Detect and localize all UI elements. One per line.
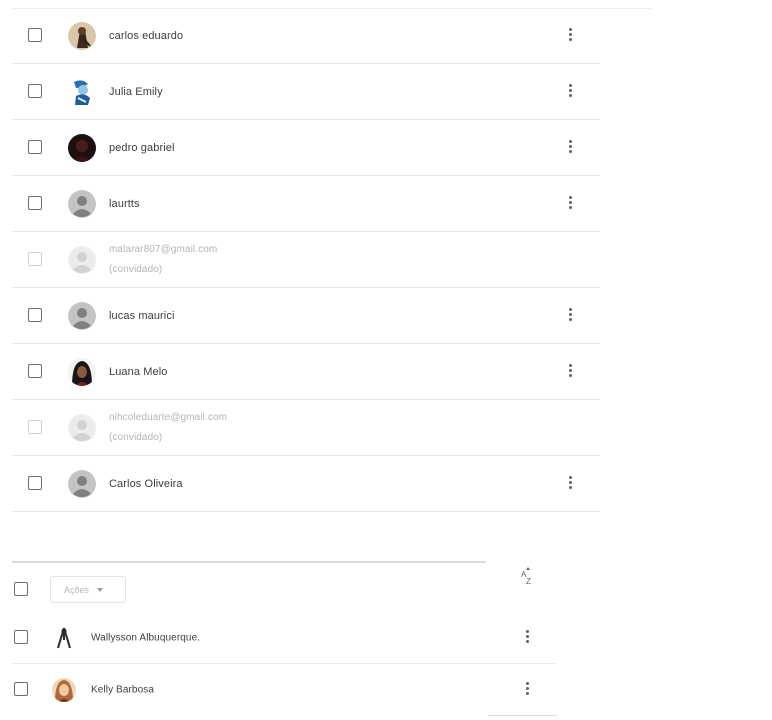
member-name: Wallysson Albuquerque. <box>91 632 201 644</box>
avatar <box>68 357 96 386</box>
default-avatar-icon <box>68 189 96 218</box>
svg-text:Z: Z <box>526 577 531 586</box>
row-divider <box>488 715 557 716</box>
select-checkbox[interactable] <box>14 682 28 696</box>
member-row: pedro gabriel <box>12 120 600 176</box>
avatar <box>68 77 96 106</box>
member-name: Carlos Oliveira <box>109 477 183 490</box>
member-row: Carlos Oliveira <box>12 456 600 512</box>
sort-az-icon[interactable]: A Z <box>518 566 538 586</box>
member-row: carlos eduardo <box>12 8 600 64</box>
member-row: Luana Melo <box>12 344 600 400</box>
avatar <box>68 21 96 50</box>
default-avatar-icon <box>68 469 96 498</box>
avatar <box>68 133 96 162</box>
member-name: Luana Melo <box>109 365 168 378</box>
more-options-icon[interactable] <box>566 307 574 324</box>
select-checkbox[interactable] <box>28 419 42 434</box>
more-options-icon[interactable] <box>566 475 574 492</box>
default-avatar-icon <box>68 301 96 330</box>
section-divider <box>12 561 486 563</box>
actions-label: Ações <box>64 584 90 595</box>
member-list-secondary: Wallysson Albuquerque. Kelly Barbosa <box>12 612 557 716</box>
select-checkbox[interactable] <box>28 83 42 98</box>
member-row: Kelly Barbosa <box>12 664 557 716</box>
more-options-icon[interactable] <box>566 363 574 380</box>
guest-label: (convidado) <box>109 431 163 443</box>
member-name: lucas maurici <box>109 309 175 322</box>
select-checkbox[interactable] <box>14 630 28 644</box>
select-checkbox[interactable] <box>28 27 42 42</box>
member-name: carlos eduardo <box>109 29 184 42</box>
member-row: Wallysson Albuquerque. <box>12 612 557 664</box>
more-options-icon[interactable] <box>566 27 574 44</box>
select-checkbox[interactable] <box>28 195 42 210</box>
default-avatar-icon <box>68 413 96 442</box>
chevron-down-icon <box>97 587 104 592</box>
select-checkbox[interactable] <box>28 307 42 322</box>
member-row: Julia Emily <box>12 64 600 120</box>
more-options-icon[interactable] <box>523 682 531 698</box>
avatar <box>52 626 76 650</box>
more-options-icon[interactable] <box>523 630 531 646</box>
guest-label: (convidado) <box>109 263 163 275</box>
member-name: pedro gabriel <box>109 141 175 154</box>
default-avatar-icon <box>68 245 96 274</box>
guest-info: nihcoleduarte@gmail.com (convidado) <box>109 408 227 448</box>
member-row-guest: malarar807@gmail.com (convidado) <box>12 232 600 288</box>
member-name: Julia Emily <box>109 85 163 98</box>
member-name: Kelly Barbosa <box>91 684 154 696</box>
member-row: lucas maurici <box>12 288 600 344</box>
actions-dropdown[interactable]: Ações <box>50 576 126 603</box>
select-checkbox[interactable] <box>28 251 42 266</box>
select-checkbox[interactable] <box>28 139 42 154</box>
member-list: carlos eduardo Julia Emily pedro gabriel… <box>12 8 600 512</box>
member-name: laurtts <box>109 197 140 210</box>
select-checkbox[interactable] <box>28 475 42 490</box>
guest-email: nihcoleduarte@gmail.com <box>109 411 228 423</box>
avatar <box>52 678 76 702</box>
member-row-guest: nihcoleduarte@gmail.com (convidado) <box>12 400 600 456</box>
more-options-icon[interactable] <box>566 195 574 212</box>
guest-info: malarar807@gmail.com (convidado) <box>109 240 217 280</box>
select-checkbox[interactable] <box>28 363 42 378</box>
more-options-icon[interactable] <box>566 83 574 100</box>
select-all-checkbox[interactable] <box>14 582 28 596</box>
member-row: laurtts <box>12 176 600 232</box>
more-options-icon[interactable] <box>566 139 574 156</box>
guest-email: malarar807@gmail.com <box>109 243 218 255</box>
